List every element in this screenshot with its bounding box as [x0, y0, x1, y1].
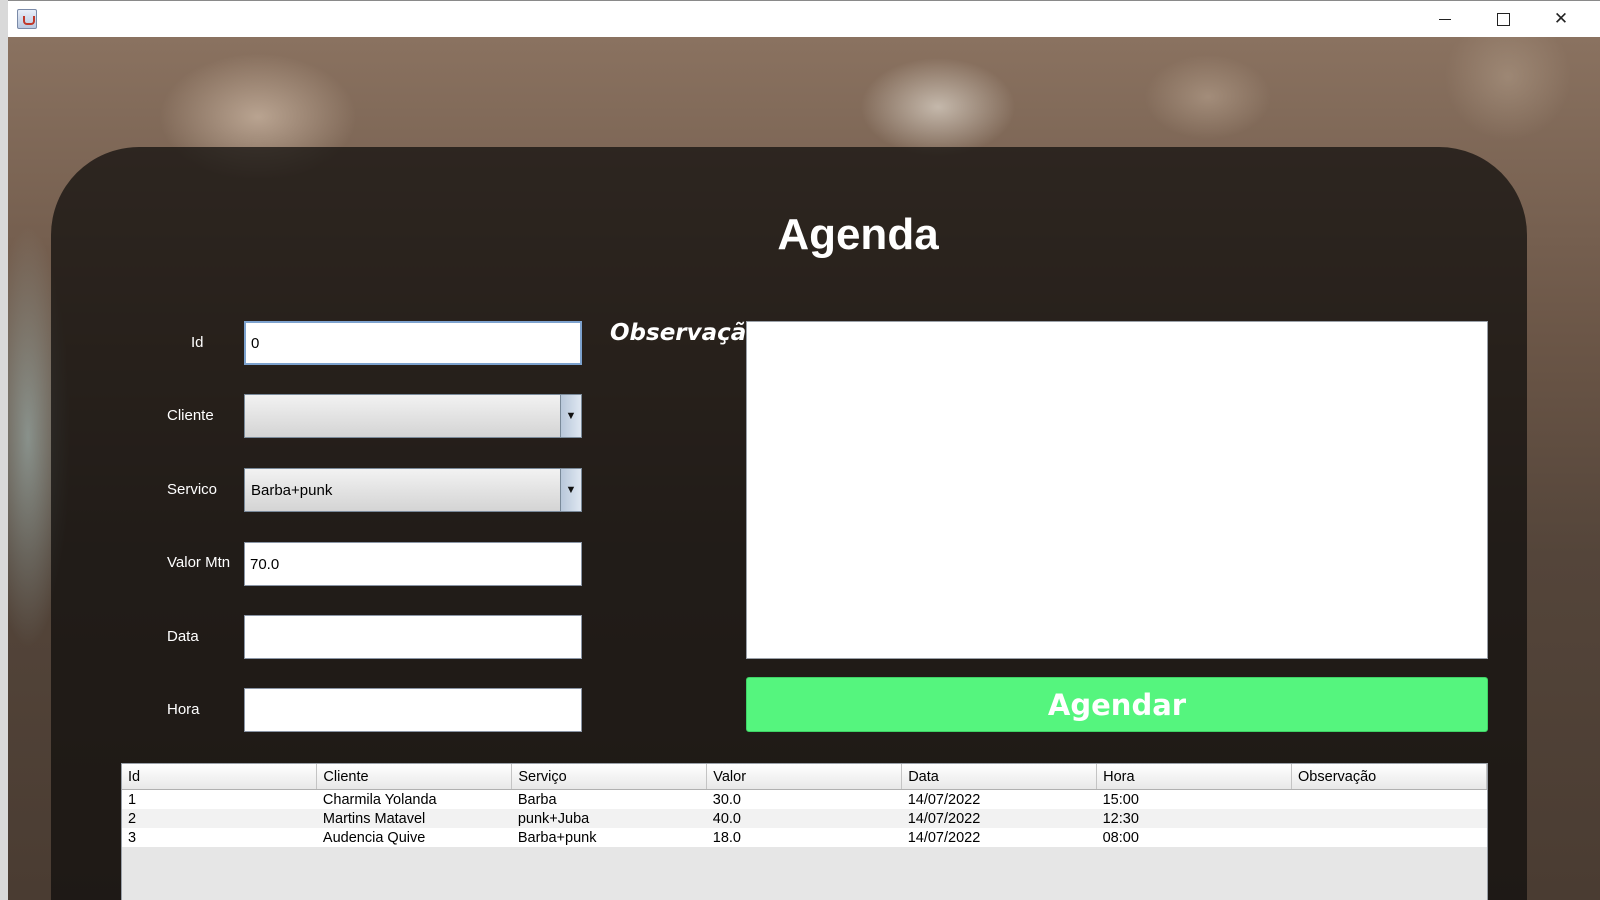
servico-select[interactable]: Barba+punk ▼ [244, 468, 582, 512]
cliente-label: Cliente [167, 407, 214, 424]
observacao-label: Observação [610, 320, 763, 346]
servico-dropdown-button[interactable]: ▼ [560, 469, 581, 511]
table-cell: 2 [122, 809, 317, 828]
table-cell: 18.0 [706, 828, 902, 847]
table-cell: Barba+punk [511, 828, 707, 847]
id-field[interactable] [244, 321, 582, 365]
table-cell: 14/07/2022 [901, 828, 1097, 847]
table-cell: Barba [511, 789, 707, 809]
hora-label: Hora [167, 701, 200, 718]
table-cell [1291, 789, 1487, 809]
table-cell: 30.0 [706, 789, 902, 809]
table-cell: 12:30 [1096, 809, 1292, 828]
column-header-hora[interactable]: Hora [1096, 764, 1293, 790]
java-app-icon[interactable] [17, 9, 37, 29]
table-cell: Charmila Yolanda [316, 789, 512, 809]
chevron-down-icon: ▼ [565, 484, 577, 496]
minimize-button[interactable] [1416, 1, 1474, 37]
table-row[interactable]: 1 Charmila Yolanda Barba 30.0 14/07/2022… [122, 789, 1487, 809]
data-field[interactable] [244, 615, 582, 659]
close-button[interactable]: ✕ [1532, 1, 1590, 37]
hora-field[interactable] [244, 688, 582, 732]
valor-label: Valor Mtn [167, 554, 231, 571]
valor-field[interactable] [244, 542, 582, 586]
column-header-observacao[interactable]: Observação [1291, 764, 1487, 790]
appointments-table[interactable]: Id Cliente Serviço Valor Data Hora Obser… [121, 763, 1488, 900]
table-header-row: Id Cliente Serviço Valor Data Hora Obser… [122, 764, 1487, 790]
table-cell: Audencia Quive [316, 828, 512, 847]
table-cell: 40.0 [706, 809, 902, 828]
table-cell: 3 [122, 828, 317, 847]
table-cell: 14/07/2022 [901, 789, 1097, 809]
table-cell: punk+Juba [511, 809, 707, 828]
app-window: ✕ Agenda Id Cliente ▼ Servico Barba+punk… [8, 0, 1600, 900]
table-cell [1291, 809, 1487, 828]
chevron-down-icon: ▼ [565, 410, 577, 422]
column-header-id[interactable]: Id [122, 764, 318, 790]
maximize-icon [1496, 12, 1510, 26]
table-cell: 08:00 [1096, 828, 1292, 847]
page-title: Agenda [777, 210, 939, 259]
observacao-textarea[interactable] [746, 321, 1488, 659]
title-bar[interactable]: ✕ [8, 0, 1600, 37]
table-cell: Martins Matavel [316, 809, 512, 828]
desktop-edge [0, 0, 8, 900]
servico-select-value: Barba+punk [251, 482, 333, 499]
data-label: Data [167, 628, 199, 645]
id-label: Id [191, 334, 204, 351]
table-row[interactable]: 2 Martins Matavel punk+Juba 40.0 14/07/2… [122, 809, 1487, 828]
column-header-cliente[interactable]: Cliente [316, 764, 513, 790]
cliente-select[interactable]: ▼ [244, 394, 582, 438]
close-icon: ✕ [1553, 9, 1569, 29]
agendar-button[interactable]: Agendar [746, 677, 1488, 732]
table-cell: 1 [122, 789, 317, 809]
table-row[interactable]: 3 Audencia Quive Barba+punk 18.0 14/07/2… [122, 828, 1487, 847]
servico-label: Servico [167, 481, 218, 498]
column-header-data[interactable]: Data [901, 764, 1098, 790]
table-cell: 15:00 [1096, 789, 1292, 809]
table-cell [1291, 828, 1487, 847]
cliente-dropdown-button[interactable]: ▼ [560, 395, 581, 437]
column-header-valor[interactable]: Valor [706, 764, 903, 790]
table-cell: 14/07/2022 [901, 809, 1097, 828]
maximize-button[interactable] [1474, 1, 1532, 37]
minimize-icon [1439, 18, 1451, 20]
column-header-servico[interactable]: Serviço [511, 764, 708, 790]
